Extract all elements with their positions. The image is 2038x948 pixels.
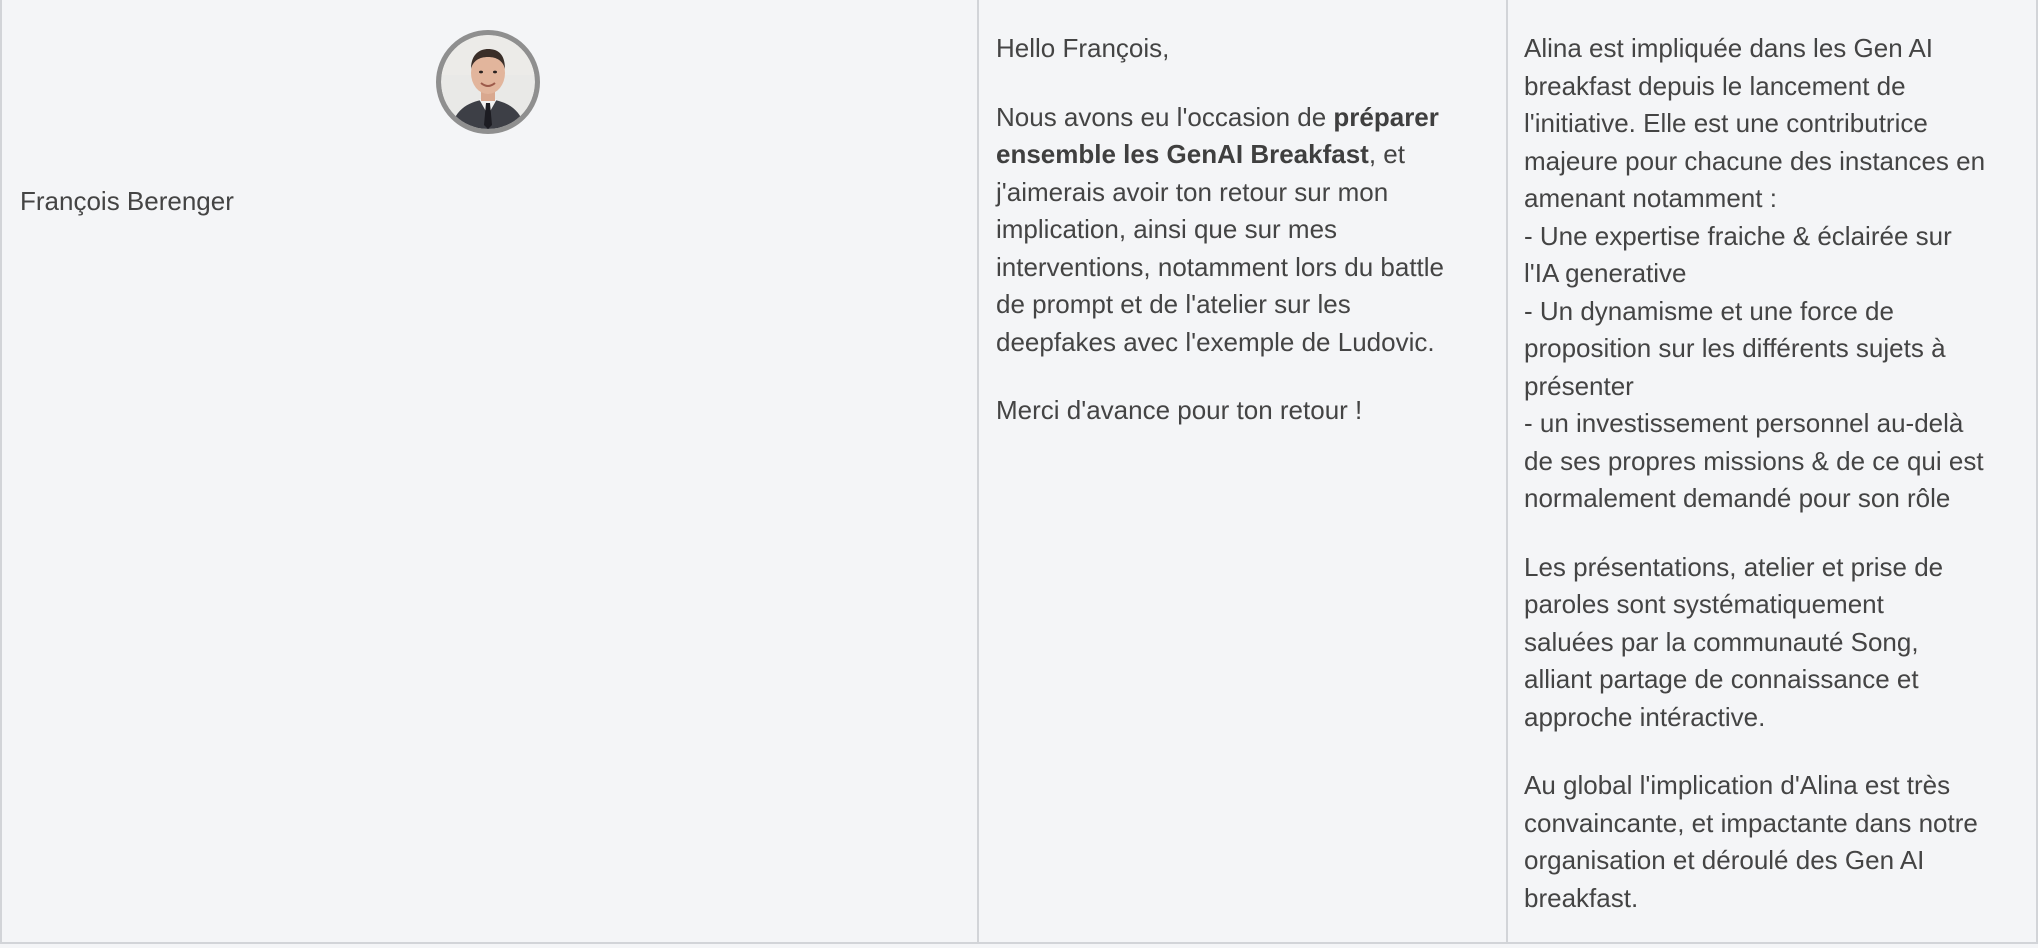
person-cell: François Berenger <box>0 0 977 944</box>
feedback-line: amenant notamment : <box>1524 183 1777 213</box>
feedback-line: paroles sont systématiquement <box>1524 589 1884 619</box>
request-line: interventions, notamment lors du battle <box>996 251 1445 282</box>
request-line: ensemble les GenAI Breakfast, et <box>996 139 1405 169</box>
request-line: de prompt et de l'atelier sur les <box>996 289 1351 319</box>
request-bold-text: ensemble les GenAI Breakfast <box>996 139 1369 169</box>
feedback-line: de ses propres missions & de ce qui est <box>1524 445 1984 476</box>
feedback-cell: Alina est impliquée dans les Gen AI brea… <box>1506 0 2038 944</box>
feedback-line: - Un dynamisme et une force de <box>1524 295 1894 326</box>
feedback-line: convaincante, et impactante dans notre <box>1524 807 1978 838</box>
feedback-line: Les présentations, atelier et prise de <box>1524 551 1944 582</box>
feedback-line: l'initiative. Elle est une contributrice <box>1524 108 1928 138</box>
feedback-line: l'IA generative <box>1524 258 1687 288</box>
feedback-line: majeure pour chacune des instances en <box>1524 145 1986 176</box>
feedback-line: normalement demandé pour son rôle <box>1524 483 1951 513</box>
feedback-message: Alina est impliquée dans les Gen AI brea… <box>1524 30 1985 917</box>
feedback-line: breakfast depuis le lancement de <box>1524 70 1906 101</box>
request-line: deepfakes avec l'exemple de Ludovic. <box>996 326 1435 357</box>
feedback-line: - Une expertise fraiche & éclairée sur <box>1524 220 1952 251</box>
request-message: Hello François, Nous avons eu l'occasion… <box>996 30 1444 430</box>
request-line: j'aimerais avoir ton retour sur mon <box>996 176 1389 207</box>
request-closing: Merci d'avance pour ton retour ! <box>996 395 1363 425</box>
avatar-photo <box>441 35 535 129</box>
request-line: implication, ainsi que sur mes <box>996 214 1338 244</box>
request-greeting: Hello François, <box>996 33 1170 63</box>
avatar <box>436 30 540 134</box>
feedback-line: Alina est impliquée dans les Gen AI <box>1524 33 1934 63</box>
feedback-line: proposition sur les différents sujets à <box>1524 333 1946 363</box>
feedback-table: François Berenger Hello François, Nous a… <box>0 0 2038 948</box>
feedback-line: breakfast. <box>1524 882 1639 913</box>
request-cell: Hello François, Nous avons eu l'occasion… <box>977 0 1506 944</box>
request-bold-text: préparer <box>1333 101 1439 132</box>
feedback-line: approche intéractive. <box>1524 701 1766 732</box>
feedback-line: présenter <box>1524 370 1634 401</box>
feedback-line: organisation et déroulé des Gen AI <box>1524 845 1925 875</box>
feedback-line: alliant partage de connaissance et <box>1524 664 1919 694</box>
feedback-line: saluées par la communauté Song, <box>1524 626 1919 657</box>
feedback-line: Au global l'implication d'Alina est très <box>1524 770 1951 800</box>
request-line: Nous avons eu l'occasion de préparer <box>996 101 1439 132</box>
feedback-line: - un investissement personnel au-delà <box>1524 408 1964 438</box>
person-name: François Berenger <box>20 186 234 216</box>
